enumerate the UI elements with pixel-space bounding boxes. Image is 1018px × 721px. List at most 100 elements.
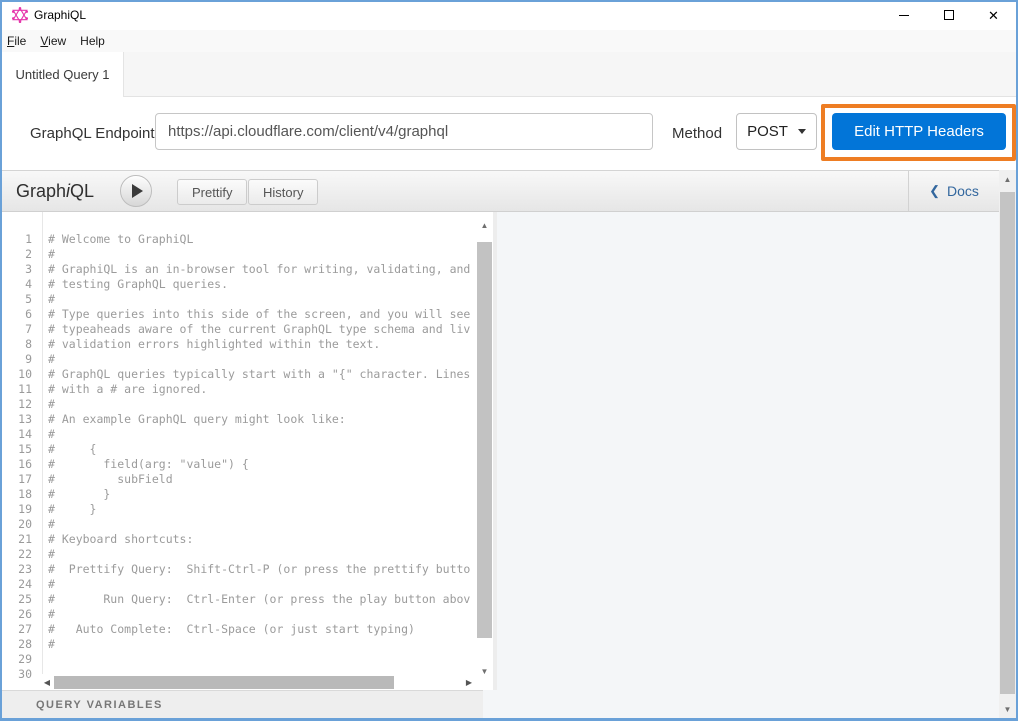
code-line: # } [48, 502, 475, 517]
line-number: 15 [6, 442, 42, 457]
line-number: 5 [6, 292, 42, 307]
line-number: 10 [6, 367, 42, 382]
line-number: 14 [6, 427, 42, 442]
code-line: # { [48, 442, 475, 457]
minimize-button[interactable] [881, 0, 926, 30]
docs-chevron-icon: ❮ [929, 183, 940, 199]
code-line: # with a # are ignored. [48, 382, 475, 397]
code-line: # [48, 397, 475, 412]
line-number: 7 [6, 322, 42, 337]
pane-divider [493, 212, 497, 690]
code-line: # [48, 607, 475, 622]
line-number: 19 [6, 502, 42, 517]
code-line: # [48, 247, 475, 262]
line-number: 28 [6, 637, 42, 652]
line-number: 9 [6, 352, 42, 367]
docs-button[interactable]: ❮ Docs [908, 171, 999, 211]
code-line: # Auto Complete: Ctrl-Space (or just sta… [48, 622, 475, 637]
query-variables-bar[interactable]: QUERY VARIABLES [2, 690, 483, 719]
prettify-button[interactable]: Prettify [177, 179, 247, 205]
code-line [48, 667, 475, 673]
menu-item-help[interactable]: Help [73, 30, 112, 52]
line-number: 2 [6, 247, 42, 262]
scroll-left-icon[interactable]: ◀ [40, 674, 54, 691]
line-number: 6 [6, 307, 42, 322]
menu-item-view[interactable]: View [33, 30, 73, 52]
code-line: # Run Query: Ctrl-Enter (or press the pl… [48, 592, 475, 607]
code-line: # GraphiQL is an in-browser tool for wri… [48, 262, 475, 277]
menu-item-file[interactable]: File [0, 30, 33, 52]
code-line: # typeaheads aware of the current GraphQ… [48, 322, 475, 337]
execute-query-button[interactable] [120, 175, 152, 207]
code-line: # [48, 517, 475, 532]
docs-label: Docs [947, 183, 979, 199]
code-line: # Welcome to GraphiQL [48, 232, 475, 247]
line-number: 25 [6, 592, 42, 607]
editor-horizontal-scrollbar[interactable]: ◀ ▶ [40, 674, 476, 691]
query-variables-title: QUERY VARIABLES [36, 699, 163, 711]
code-line: # [48, 577, 475, 592]
endpoint-input[interactable] [155, 113, 653, 150]
editor-horizontal-scroll-thumb[interactable] [54, 676, 394, 689]
code-line: # field(arg: "value") { [48, 457, 475, 472]
code-line: # validation errors highlighted within t… [48, 337, 475, 352]
code-line: # } [48, 487, 475, 502]
code-line: # Type queries into this side of the scr… [48, 307, 475, 322]
code-lines[interactable]: # Welcome to GraphiQL## GraphiQL is an i… [48, 212, 475, 673]
line-number: 24 [6, 577, 42, 592]
line-number: 12 [6, 397, 42, 412]
line-number: 17 [6, 472, 42, 487]
line-number-gutter: 1234567891011121314151617181920212223242… [6, 212, 43, 690]
method-select[interactable]: POST [736, 113, 817, 150]
tab-bar: Untitled Query 1 [0, 52, 1018, 97]
code-line: # [48, 292, 475, 307]
line-number: 23 [6, 562, 42, 577]
line-number: 18 [6, 487, 42, 502]
line-number: 16 [6, 457, 42, 472]
window-title: GraphiQL [34, 0, 86, 30]
code-line: # subField [48, 472, 475, 487]
tab-untitled-query-1[interactable]: Untitled Query 1 [1, 52, 124, 97]
results-pane [483, 212, 999, 719]
dropdown-caret-icon [798, 129, 806, 134]
code-line: # [48, 637, 475, 652]
window-vertical-scrollbar[interactable]: ▲ ▼ [999, 170, 1016, 719]
graphiql-toolbar: GraphiQL Prettify History ❮ Docs [2, 170, 999, 212]
highlight-annotation-box [821, 104, 1016, 161]
code-line: # [48, 547, 475, 562]
line-number: 22 [6, 547, 42, 562]
line-number: 3 [6, 262, 42, 277]
history-button[interactable]: History [248, 179, 318, 205]
code-line: # GraphQL queries typically start with a… [48, 367, 475, 382]
scroll-down-icon[interactable]: ▼ [476, 664, 493, 678]
line-number: 21 [6, 532, 42, 547]
editor-vertical-scroll-thumb[interactable] [477, 242, 492, 638]
scroll-down-icon[interactable]: ▼ [999, 702, 1016, 716]
editor-vertical-scrollbar[interactable]: ▲ ▼ [476, 218, 493, 678]
close-icon: ✕ [988, 9, 999, 22]
line-number: 4 [6, 277, 42, 292]
title-bar: GraphiQL ✕ [0, 0, 1018, 30]
endpoint-label: GraphQL Endpoint [30, 97, 155, 170]
maximize-button[interactable] [926, 0, 971, 30]
code-line: # Prettify Query: Shift-Ctrl-P (or press… [48, 562, 475, 577]
method-selected-value: POST [747, 123, 788, 140]
minimize-icon [899, 15, 909, 16]
graphiql-logo-text: GraphiQL [16, 171, 94, 211]
scroll-up-icon[interactable]: ▲ [476, 218, 493, 232]
code-line [48, 652, 475, 667]
line-number: 26 [6, 607, 42, 622]
scroll-right-icon[interactable]: ▶ [462, 674, 476, 691]
menu-bar: FileViewHelp [0, 30, 1018, 52]
method-label: Method [672, 97, 722, 170]
query-editor-pane[interactable]: 1234567891011121314151617181920212223242… [2, 212, 497, 690]
code-line: # [48, 352, 475, 367]
code-line: # [48, 427, 475, 442]
line-number: 11 [6, 382, 42, 397]
window-controls: ✕ [881, 0, 1016, 30]
scroll-up-icon[interactable]: ▲ [999, 172, 1016, 186]
code-line: # An example GraphQL query might look li… [48, 412, 475, 427]
window-scroll-thumb[interactable] [1000, 192, 1015, 694]
code-line: # testing GraphQL queries. [48, 277, 475, 292]
close-button[interactable]: ✕ [971, 0, 1016, 30]
